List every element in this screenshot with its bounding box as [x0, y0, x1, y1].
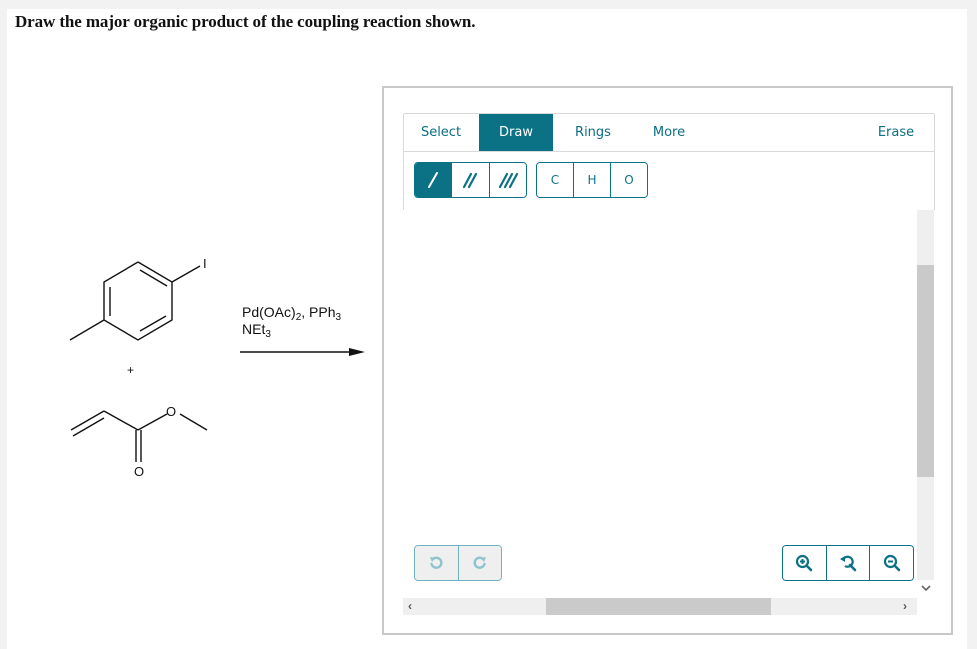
- atom-hydrogen-button[interactable]: H: [574, 163, 611, 197]
- reagent-line-catalyst: Pd(OAc)2, PPh3: [242, 304, 342, 323]
- tab-draw[interactable]: Draw: [479, 114, 553, 151]
- zoom-reset-button[interactable]: [826, 546, 871, 580]
- ester-oxygen-label: O: [166, 404, 176, 419]
- iodine-label: I: [203, 256, 207, 271]
- redo-icon: [473, 556, 486, 569]
- ring-double-bond: [139, 269, 168, 287]
- reactant-methyl-acrylate: [70, 410, 208, 462]
- reagent-subscript: 3: [335, 312, 342, 323]
- alpha-bond: [103, 410, 139, 431]
- single-bond-button[interactable]: [415, 163, 453, 197]
- sketcher-toolbar: Select Draw Rings More Erase C H O: [403, 113, 935, 211]
- history-controls: [414, 545, 502, 581]
- carbonyl-oxygen-label: O: [134, 464, 144, 479]
- ring-double-bond: [139, 315, 167, 332]
- methyl-bond: [69, 319, 105, 341]
- zoom-reset-icon: [840, 555, 857, 572]
- scroll-down-arrow[interactable]: [917, 580, 934, 598]
- tab-rings[interactable]: Rings: [560, 114, 626, 151]
- benzene-ring: [103, 261, 173, 341]
- reaction-conditions: Pd(OAc)2, PPh3 NEt3: [242, 304, 342, 340]
- single-bond-icon: [428, 172, 439, 188]
- reaction-arrow: [240, 348, 365, 356]
- reagent-text: Pd(OAc): [242, 304, 296, 320]
- reagent-line-base: NEt3: [242, 321, 341, 340]
- zoom-controls: [782, 545, 914, 581]
- zoom-out-button[interactable]: [870, 546, 913, 580]
- double-bond-button[interactable]: [452, 163, 490, 197]
- redo-button[interactable]: [458, 546, 501, 580]
- scroll-right-arrow[interactable]: ›: [903, 598, 907, 615]
- zoom-out-icon: [883, 554, 900, 572]
- methoxy-bond: [179, 413, 208, 431]
- atom-tool-group: C H O: [536, 162, 648, 198]
- bond-tool-group: [414, 162, 527, 198]
- tab-more[interactable]: More: [636, 114, 702, 151]
- reactant-aryl-iodide: [69, 261, 201, 341]
- triple-bond-icon: [498, 172, 518, 189]
- vertical-scrollbar[interactable]: [917, 210, 934, 598]
- scroll-left-arrow[interactable]: ‹: [408, 598, 412, 615]
- reagent-text: NEt: [242, 321, 266, 337]
- chevron-down-icon: [920, 585, 931, 592]
- horizontal-scrollbar[interactable]: ‹ ›: [403, 598, 917, 615]
- plus-sign: +: [127, 363, 135, 377]
- ester-bond: [137, 413, 168, 431]
- vertical-scroll-thumb[interactable]: [917, 265, 934, 477]
- reagent-subscript: 3: [265, 329, 271, 340]
- drawing-canvas[interactable]: [403, 210, 917, 598]
- double-bond-icon: [463, 172, 478, 189]
- undo-icon: [430, 556, 443, 569]
- tab-select[interactable]: Select: [404, 114, 478, 151]
- sketcher-tabs: Select Draw Rings More Erase: [404, 114, 934, 152]
- iodo-bond: [171, 265, 201, 283]
- zoom-in-button[interactable]: [783, 546, 827, 580]
- undo-button[interactable]: [415, 546, 459, 580]
- reaction-scheme: I O O Pd(OAc)2, PPh3 NEt3 +: [0, 0, 380, 646]
- reagent-text: , PPh: [301, 304, 336, 320]
- tab-erase[interactable]: Erase: [864, 114, 928, 151]
- atom-oxygen-button[interactable]: O: [611, 163, 647, 197]
- structure-sketcher: Select Draw Rings More Erase C H O ‹ ›: [382, 86, 953, 635]
- atom-carbon-button[interactable]: C: [537, 163, 574, 197]
- zoom-in-icon: [796, 554, 813, 572]
- triple-bond-button[interactable]: [489, 163, 526, 197]
- horizontal-scroll-thumb[interactable]: [546, 598, 771, 615]
